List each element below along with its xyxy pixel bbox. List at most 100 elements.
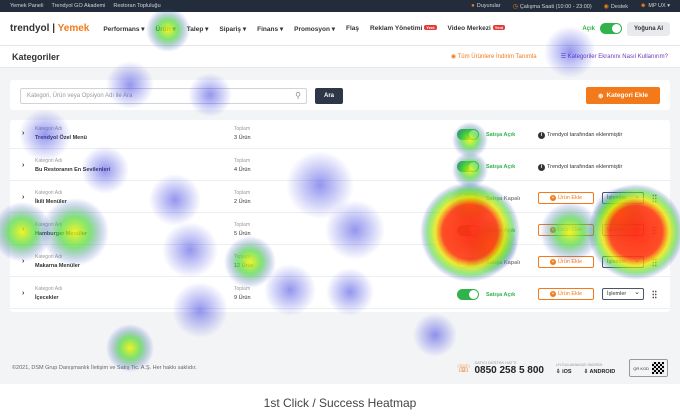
expand-chevron-icon[interactable]: › bbox=[22, 162, 24, 169]
plus-icon: + bbox=[549, 291, 556, 297]
android-download[interactable]: ⇩ ANDROID bbox=[584, 369, 616, 375]
total-label: Toplam bbox=[234, 190, 251, 196]
drag-handle-icon[interactable] bbox=[652, 258, 657, 267]
store-open-toggle[interactable] bbox=[600, 23, 622, 34]
category-row[interactable]: › Kategori Adı Makarna Menüler Toplam 12 Ürü… bbox=[10, 248, 670, 277]
info-icon: i bbox=[538, 132, 545, 139]
plus-icon: + bbox=[549, 259, 556, 265]
category-row[interactable]: › Kategori Adı İkili Menüler Toplam 2 Ürün Sa… bbox=[10, 184, 670, 213]
sale-status-text: Satışa Açık bbox=[486, 164, 516, 170]
drag-handle-icon[interactable] bbox=[652, 290, 657, 299]
discount-all-link[interactable]: ◉ Tüm Ürünlere İndirim Tanımla bbox=[451, 53, 537, 60]
add-product-button[interactable]: + Ürün Ekle bbox=[538, 224, 594, 236]
link-yemek-paneli[interactable]: Yemek Paneli bbox=[10, 3, 43, 9]
sale-status-toggle[interactable] bbox=[457, 193, 479, 204]
nav-item-siparis[interactable]: Sipariş ▾ bbox=[219, 25, 246, 33]
actions-select[interactable]: İşlemler bbox=[602, 288, 644, 300]
user-menu[interactable]: ☻ MP UX ▾ bbox=[640, 3, 670, 9]
category-row[interactable]: › Kategori Adı İçecekler Toplam 9 Ürün Satışa… bbox=[10, 280, 670, 309]
ios-download[interactable]: ⇩ iOS bbox=[556, 369, 572, 375]
heat-spot bbox=[413, 313, 457, 357]
sale-status-toggle[interactable] bbox=[457, 161, 479, 172]
expand-chevron-icon[interactable]: › bbox=[22, 290, 24, 297]
expand-chevron-icon[interactable]: › bbox=[22, 194, 24, 201]
actions-select[interactable]: İşlemler bbox=[602, 224, 644, 236]
add-category-button[interactable]: ⊕ Kategori Ekle bbox=[586, 87, 660, 104]
product-count: 12 Ürün bbox=[234, 263, 254, 269]
nav-item-urun[interactable]: Ürün ▾ bbox=[156, 25, 176, 33]
app-downloads: UYGULAMAMIZI İNDİRİN ⇩ iOS ⇩ ANDROID bbox=[555, 361, 616, 375]
plus-icon: + bbox=[549, 195, 556, 201]
actions-select[interactable]: İşlemler bbox=[602, 192, 644, 204]
sale-status-text: Satışa Açık bbox=[486, 132, 516, 138]
expand-chevron-icon[interactable]: › bbox=[22, 258, 24, 265]
announcements-link[interactable]: ● Duyurular bbox=[471, 3, 500, 9]
category-row[interactable]: › Kategori Adı Hamburger Menüler Toplam 5 Ür… bbox=[10, 216, 670, 245]
link-restoran-toplulugu[interactable]: Restoran Topluluğu bbox=[113, 3, 160, 9]
category-name: İkili Menüler bbox=[35, 199, 67, 205]
drag-handle-icon[interactable] bbox=[652, 226, 657, 235]
help-link[interactable]: ☰ Kategoriler Ekranını Nasıl Kullanırım? bbox=[561, 53, 668, 60]
category-name-label: Kategori Adı bbox=[35, 126, 63, 132]
sale-status-toggle[interactable] bbox=[457, 225, 479, 236]
category-name-label: Kategori Adı bbox=[35, 254, 63, 260]
sale-status-toggle[interactable] bbox=[457, 257, 479, 268]
screen: Yemek Paneli Trendyol GO Akademi Restora… bbox=[0, 0, 680, 384]
nav-item-flas[interactable]: Flaş bbox=[346, 25, 359, 33]
plus-icon: ⊕ bbox=[598, 92, 604, 100]
trendyol-yemek-logo[interactable]: trendyol | Yemek bbox=[10, 23, 89, 34]
search-input[interactable]: Kategori, Ürün veya Opsiyon Adı ile Ara … bbox=[20, 88, 307, 104]
copyright: ©2021, DSM Grup Danışmanlık İletişim ve … bbox=[12, 365, 197, 371]
sale-status-toggle[interactable] bbox=[457, 289, 479, 300]
drag-handle-icon[interactable] bbox=[652, 194, 657, 203]
busy-button[interactable]: Yoğuna Al bbox=[627, 21, 670, 36]
category-list: › Kategori Adı Trendyol Özel Menü Toplam 3 Ü… bbox=[10, 120, 670, 312]
expand-chevron-icon[interactable]: › bbox=[22, 130, 24, 137]
total-label: Toplam bbox=[234, 286, 251, 292]
product-count: 9 Ürün bbox=[234, 295, 251, 301]
system-added-note: i Trendyol tarafından eklenmiştir bbox=[538, 132, 622, 139]
support-link[interactable]: ◉ Destek bbox=[604, 3, 628, 10]
nav-item-promosyon[interactable]: Promosyon ▾ bbox=[294, 25, 335, 33]
search-card: Kategori, Ürün veya Opsiyon Adı ile Ara … bbox=[10, 80, 670, 110]
nav-item-finans[interactable]: Finans ▾ bbox=[257, 25, 283, 33]
expand-chevron-icon[interactable]: › bbox=[22, 226, 24, 233]
category-name-label: Kategori Adı bbox=[35, 158, 63, 164]
user-icon: ☻ bbox=[640, 3, 647, 9]
search-button[interactable]: Ara bbox=[315, 88, 343, 104]
category-row[interactable]: › Kategori Adı Bu Restoranın En Sevilenler… bbox=[10, 152, 670, 181]
category-row[interactable]: › Kategori Adı Trendyol Özel Menü Toplam 3 Ü… bbox=[10, 120, 670, 149]
sale-status-text: Satışa Açık bbox=[486, 228, 516, 234]
nav-item-talep[interactable]: Talep ▾ bbox=[187, 25, 209, 33]
add-product-button[interactable]: + Ürün Ekle bbox=[538, 192, 594, 204]
category-name: Trendyol Özel Menü bbox=[35, 135, 87, 141]
new-badge: Yeni bbox=[424, 25, 437, 31]
sale-status-text: Satışa Kapalı bbox=[486, 196, 521, 202]
new-badge: Yeni bbox=[492, 25, 505, 31]
nav-item-performans[interactable]: Performans ▾ bbox=[103, 25, 144, 33]
category-name: Makarna Menüler bbox=[35, 263, 80, 269]
headset-icon: ◉ bbox=[603, 3, 609, 10]
clock-icon: ◷ bbox=[512, 3, 518, 10]
support-line[interactable]: ☏ SATICI DESTEK HATTI 0850 258 5 800 bbox=[457, 360, 544, 376]
category-name: Bu Restoranın En Sevilenleri bbox=[35, 167, 111, 173]
qr-icon bbox=[652, 362, 664, 374]
total-label: Toplam bbox=[234, 254, 251, 260]
footer: ©2021, DSM Grup Danışmanlık İletişim ve … bbox=[0, 352, 680, 384]
nav-item-reklam[interactable]: Reklam Yönetimi Yeni bbox=[370, 25, 437, 33]
category-name: İçecekler bbox=[35, 295, 59, 301]
category-name: Hamburger Menüler bbox=[35, 231, 87, 237]
qr-code[interactable]: QR KOD bbox=[629, 359, 668, 377]
add-product-button[interactable]: + Ürün Ekle bbox=[538, 256, 594, 268]
category-name-label: Kategori Adı bbox=[35, 190, 63, 196]
product-count: 4 Ürün bbox=[234, 167, 251, 173]
product-count: 3 Ürün bbox=[234, 135, 251, 141]
nav-item-video[interactable]: Video Merkezi Yeni bbox=[448, 25, 505, 33]
working-hours[interactable]: ◷ Çalışma Saati (10:00 - 23:00) bbox=[513, 3, 592, 10]
add-product-button[interactable]: + Ürün Ekle bbox=[538, 288, 594, 300]
product-count: 2 Ürün bbox=[234, 199, 251, 205]
actions-select[interactable]: İşlemler bbox=[602, 256, 644, 268]
sale-status-toggle[interactable] bbox=[457, 129, 479, 140]
category-name-label: Kategori Adı bbox=[35, 222, 63, 228]
link-go-akademi[interactable]: Trendyol GO Akademi bbox=[51, 3, 105, 9]
